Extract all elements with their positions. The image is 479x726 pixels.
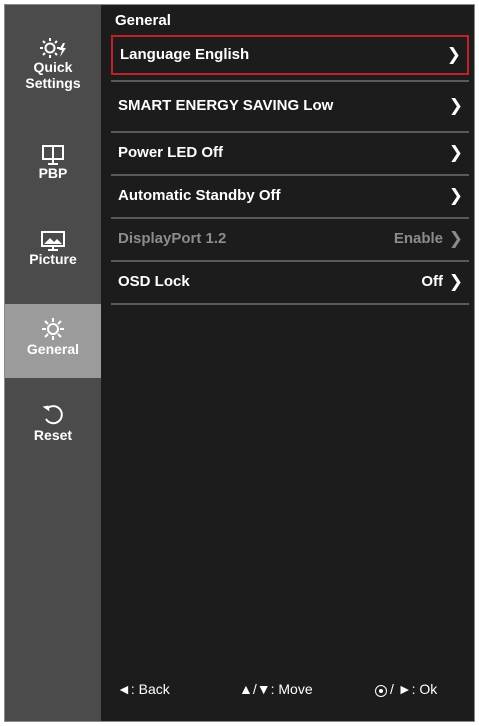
sidebar-item-label: Picture — [29, 251, 77, 267]
row-label: Language English — [120, 46, 250, 63]
chevron-right-icon: ❯ — [448, 229, 463, 248]
sidebar-item-label: Quick — [33, 59, 73, 75]
quick-settings-icon — [40, 38, 66, 58]
sidebar-item-pbp[interactable]: PBP — [5, 145, 101, 195]
osd-menu: Quick Settings PBP Picture General Reset… — [4, 4, 475, 722]
sidebar-item-picture[interactable]: Picture — [5, 231, 101, 281]
picture-icon — [41, 231, 65, 251]
sidebar-item-reset[interactable]: Reset — [5, 403, 101, 453]
row-label: OSD Lock — [118, 273, 190, 290]
sidebar-item-quick-settings[interactable]: Quick Settings — [5, 37, 101, 113]
menu-row-automatic-standby[interactable]: Automatic Standby Off ❯ — [111, 176, 469, 216]
menu-row-power-led[interactable]: Power LED Off ❯ — [111, 133, 469, 173]
sidebar-item-label: Settings — [25, 75, 81, 91]
chevron-right-icon: ❯ — [448, 272, 463, 291]
divider — [111, 80, 469, 82]
chevron-right-icon: ❯ — [448, 143, 463, 162]
sidebar-item-label: General — [26, 341, 80, 357]
settings-panel: General Language English ❯ SMART ENERGY … — [101, 5, 474, 721]
row-value: Enable — [393, 230, 443, 247]
row-value: Off — [421, 273, 443, 290]
sidebar-item-label: Reset — [33, 427, 73, 443]
section-title: General — [115, 12, 171, 29]
sidebar-item-general[interactable]: General — [5, 304, 101, 378]
row-label: Automatic Standby Off — [118, 187, 281, 204]
back-hint[interactable]: ◄: Back — [117, 681, 170, 697]
menu-row-language[interactable]: Language English ❯ — [111, 35, 469, 75]
joystick-button-icon — [375, 685, 387, 697]
sidebar: Quick Settings PBP Picture General Reset — [5, 5, 101, 721]
menu-row-osd-lock[interactable]: OSD Lock Off ❯ — [111, 262, 469, 302]
menu-row-smart-energy-saving[interactable]: SMART ENERGY SAVING Low ❯ — [111, 85, 469, 127]
reset-icon — [42, 405, 63, 425]
chevron-right-icon: ❯ — [448, 96, 463, 115]
chevron-right-icon: ❯ — [446, 45, 461, 64]
move-hint[interactable]: ▲/▼: Move — [239, 681, 313, 697]
row-label: SMART ENERGY SAVING Low — [118, 97, 334, 114]
ok-hint-label: / ►: Ok — [390, 681, 438, 697]
row-label: Power LED Off — [118, 144, 224, 161]
row-label: DisplayPort 1.2 — [118, 230, 227, 247]
ok-hint[interactable]: / ►: Ok — [375, 681, 437, 697]
divider — [111, 303, 469, 305]
menu-row-displayport: DisplayPort 1.2 Enable ❯ — [111, 219, 469, 259]
chevron-right-icon: ❯ — [448, 186, 463, 205]
gear-icon — [42, 318, 64, 340]
sidebar-item-label: PBP — [38, 165, 68, 181]
pbp-icon — [42, 145, 64, 165]
